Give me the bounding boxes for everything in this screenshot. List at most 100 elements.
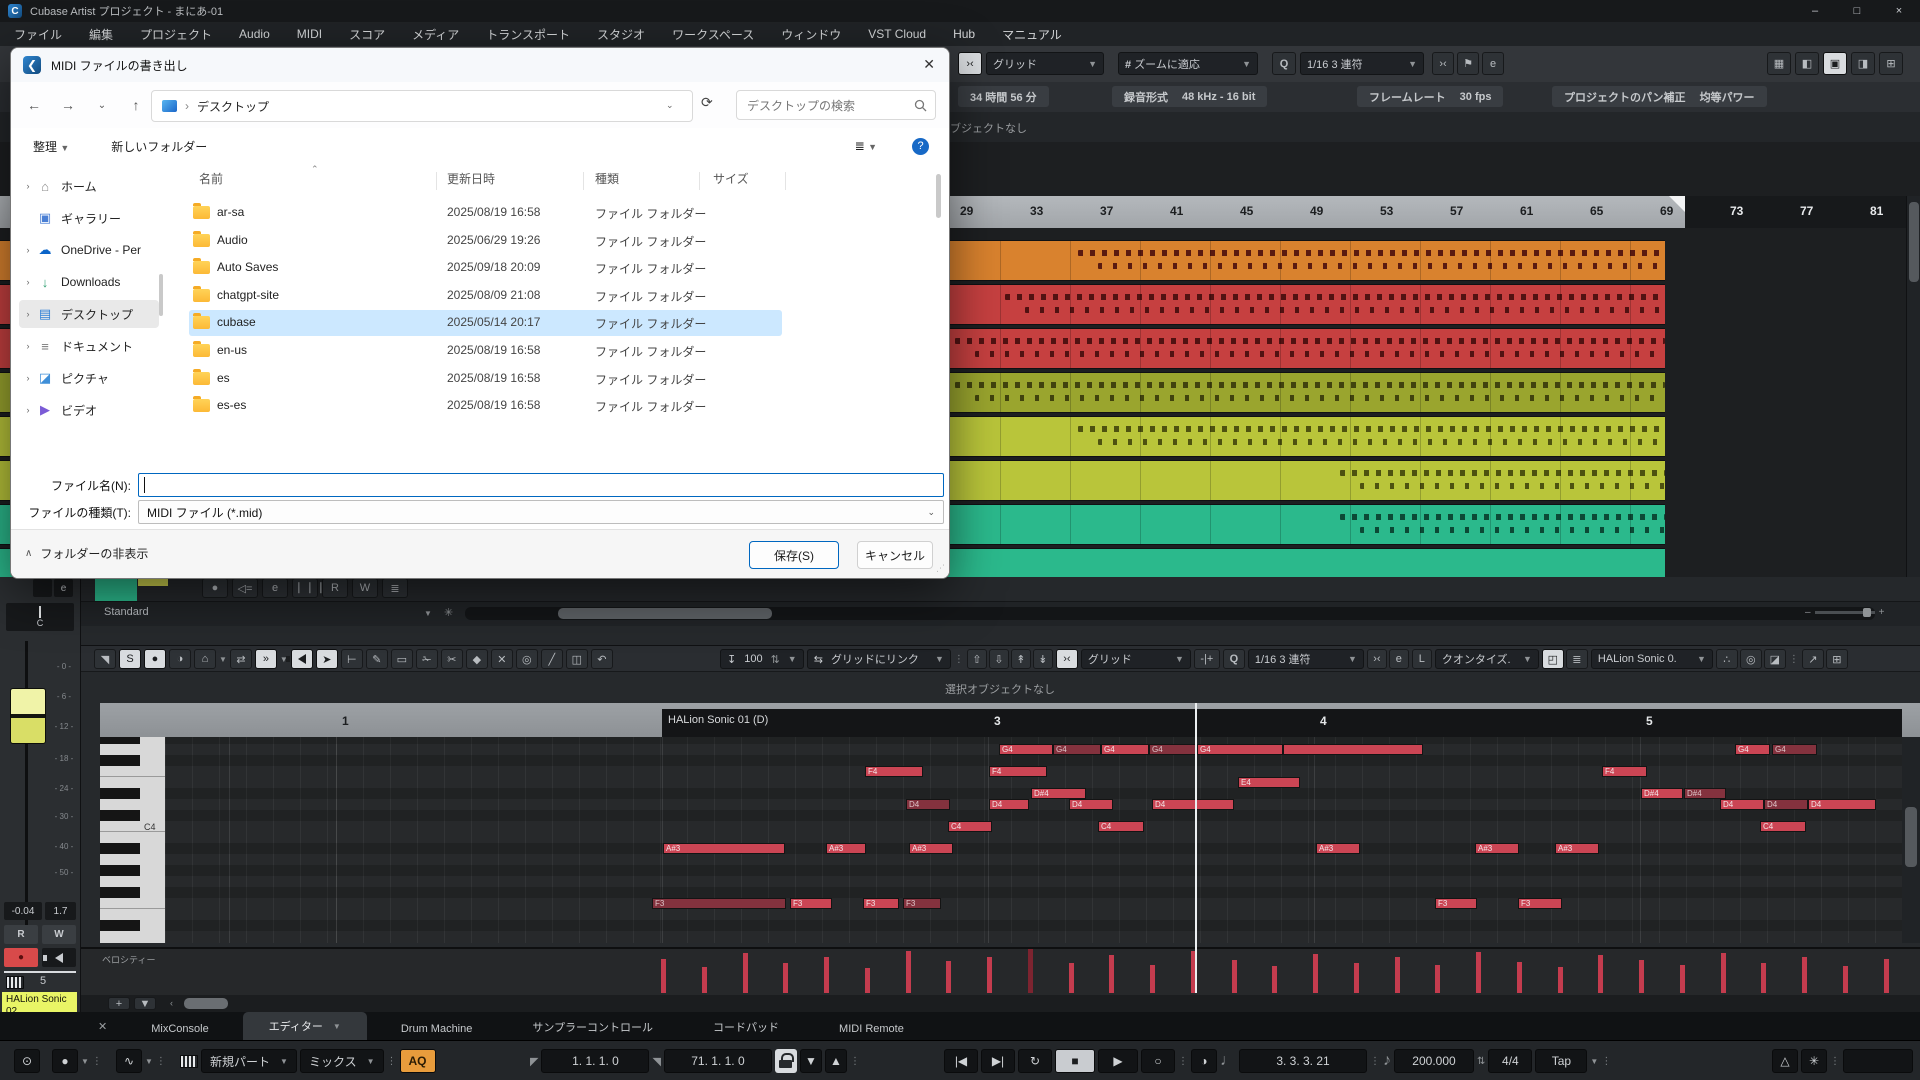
- file-row-es-es[interactable]: es-es2025/08/19 16:58ファイル フォルダー: [189, 393, 782, 419]
- channel-settings-box[interactable]: [33, 579, 52, 597]
- file-row-chatgpt-site[interactable]: chatgpt-site2025/08/09 21:08ファイル フォルダー: [189, 283, 782, 309]
- move-note-icon-0[interactable]: ⇧: [967, 649, 987, 669]
- velocity-bar[interactable]: [1150, 965, 1155, 993]
- file-row-ar-sa[interactable]: ar-sa2025/08/19 16:58ファイル フォルダー: [189, 200, 782, 226]
- velocity-bar[interactable]: [1069, 963, 1074, 993]
- layout-toggle-icon-1[interactable]: ◧: [1795, 52, 1819, 75]
- velocity-bar[interactable]: [661, 959, 666, 993]
- save-button[interactable]: 保存(S): [749, 541, 839, 569]
- right-locator-flag-icon[interactable]: ◥: [652, 1055, 660, 1068]
- breadcrumb-location[interactable]: デスクトップ: [197, 98, 269, 115]
- midi-note[interactable]: G4: [1149, 744, 1197, 755]
- part-icon-1[interactable]: ≣: [1566, 649, 1588, 669]
- black-key[interactable]: [100, 788, 140, 799]
- track-button-2[interactable]: e: [262, 578, 288, 598]
- knife-tool[interactable]: ✁: [416, 649, 438, 669]
- maximize-button[interactable]: □: [1836, 0, 1878, 22]
- velocity-bar[interactable]: [1313, 954, 1318, 993]
- tab-midi-remote[interactable]: MIDI Remote: [813, 1018, 930, 1040]
- velocity-bar[interactable]: [1395, 957, 1400, 993]
- sidebar-item-desktop[interactable]: ›▤デスクトップ: [19, 300, 159, 328]
- menu-item-12[interactable]: Hub: [953, 27, 975, 41]
- lane-select-dropdown[interactable]: ▼: [134, 997, 156, 1010]
- tempo-spin-icon[interactable]: ⇅: [1477, 1056, 1485, 1067]
- tab-mixconsole[interactable]: MixConsole: [125, 1018, 234, 1040]
- acoustic-feedback-icon[interactable]: ◑: [169, 649, 191, 669]
- velocity-bar[interactable]: [1721, 953, 1726, 993]
- midi-note[interactable]: D#4: [1684, 788, 1726, 799]
- velocity-bar[interactable]: [702, 967, 707, 993]
- midi-note[interactable]: A#3: [826, 843, 866, 854]
- velocity-bar[interactable]: [1354, 963, 1359, 993]
- velocity-bar[interactable]: [1884, 959, 1889, 993]
- velocity-bar[interactable]: [1639, 960, 1644, 993]
- midi-note[interactable]: F4: [1602, 766, 1647, 777]
- file-row-cubase[interactable]: cubase2025/05/14 20:17ファイル フォルダー: [189, 310, 782, 336]
- file-list-scrollbar[interactable]: [936, 174, 941, 218]
- track-button-1[interactable]: ◁=: [232, 578, 258, 598]
- punch-in-icon[interactable]: ▼: [800, 1049, 822, 1073]
- frame-rate[interactable]: フレームレート30 fps: [1357, 86, 1503, 107]
- link-projects-icon[interactable]: ⇄: [230, 649, 252, 669]
- velocity-bar[interactable]: [1598, 955, 1603, 993]
- midi-note[interactable]: G4: [1772, 744, 1817, 755]
- record-enable-button[interactable]: ●: [4, 948, 38, 967]
- column-date[interactable]: 更新日時: [447, 170, 495, 187]
- midi-note[interactable]: F4: [989, 766, 1047, 777]
- move-note-icon-1[interactable]: ⇩: [989, 649, 1009, 669]
- left-locator-flag-icon[interactable]: ◤: [530, 1055, 538, 1068]
- audio-activity-icon[interactable]: ∿: [116, 1049, 142, 1073]
- editor-right-icon-2[interactable]: ◪: [1764, 649, 1786, 669]
- add-lane-button[interactable]: +: [108, 997, 130, 1010]
- editor-right-icon-1[interactable]: ◎: [1740, 649, 1762, 669]
- expand-chevron-icon[interactable]: ›: [19, 341, 37, 351]
- instrument-icon[interactable]: [6, 976, 24, 989]
- sidebar-scrollbar[interactable]: [159, 274, 163, 316]
- menu-item-2[interactable]: プロジェクト: [140, 26, 212, 43]
- midi-note[interactable]: G4: [1197, 744, 1283, 755]
- midi-note[interactable]: D#4: [1641, 788, 1683, 799]
- midi-note[interactable]: A#3: [909, 843, 953, 854]
- address-bar[interactable]: › デスクトップ: [151, 90, 693, 122]
- filetype-select[interactable]: MIDI ファイル (*.mid) ⌄: [138, 500, 944, 524]
- organize-dropdown[interactable]: 整理 ▼: [33, 138, 69, 155]
- new-part-dropdown[interactable]: 新規パート ▼: [201, 1049, 297, 1073]
- independent-loop-icon[interactable]: ⌂: [194, 649, 216, 669]
- menu-item-11[interactable]: VST Cloud: [868, 27, 926, 41]
- midi-note[interactable]: F3: [863, 898, 899, 909]
- punch-out-icon[interactable]: ▲: [825, 1049, 847, 1073]
- file-row-es[interactable]: es2025/08/19 16:58ファイル フォルダー: [189, 366, 782, 392]
- metronome-settings-icon[interactable]: ✳: [1801, 1049, 1827, 1073]
- glue-tool[interactable]: ◆: [466, 649, 488, 669]
- read-automation-button[interactable]: R: [4, 925, 38, 944]
- arrange-horizontal-scrollbar[interactable]: [465, 607, 1875, 620]
- velocity-bar[interactable]: [1843, 966, 1848, 993]
- object-selection-tool[interactable]: ➤: [316, 649, 338, 669]
- midi-note[interactable]: F3: [652, 898, 786, 909]
- midi-note[interactable]: E4: [1238, 777, 1300, 788]
- view-mode-dropdown[interactable]: ≣ ▼: [855, 139, 877, 153]
- snap-icon[interactable]: ›‹: [958, 52, 982, 75]
- toolbar-extra-icon-0[interactable]: ›‹: [1432, 52, 1454, 75]
- time-signature-value[interactable]: 4/4: [1488, 1049, 1532, 1073]
- velocity-bar[interactable]: [783, 963, 788, 993]
- menu-item-4[interactable]: MIDI: [297, 27, 322, 41]
- velocity-bar[interactable]: [946, 961, 951, 993]
- midi-note[interactable]: F3: [1435, 898, 1477, 909]
- tab-サンプラーコントロール[interactable]: サンプラーコントロール: [506, 1014, 679, 1040]
- close-button[interactable]: ×: [1878, 0, 1920, 22]
- edit-channel-button[interactable]: e: [54, 579, 73, 597]
- insert-loop-icon[interactable]: ↶: [591, 649, 613, 669]
- editor-right-icon-0[interactable]: ∴: [1716, 649, 1738, 669]
- track-button-3[interactable]: ⎹⎹⎹: [292, 578, 318, 598]
- midi-note[interactable]: D4: [1764, 799, 1808, 810]
- menu-item-13[interactable]: マニュアル: [1002, 26, 1062, 43]
- record-in-editor-icon[interactable]: ●: [144, 649, 166, 669]
- play-button[interactable]: ▶: [1098, 1049, 1138, 1073]
- drum-map-label[interactable]: Standard: [104, 606, 149, 618]
- column-type[interactable]: 種類: [595, 170, 619, 187]
- midi-note[interactable]: A#3: [1555, 843, 1599, 854]
- file-row-Auto Saves[interactable]: Auto Saves2025/09/18 20:09ファイル フォルダー: [189, 255, 782, 281]
- resize-grip[interactable]: ⋰: [936, 563, 945, 574]
- quantize-extra-icon-0[interactable]: ›‹: [1367, 649, 1387, 669]
